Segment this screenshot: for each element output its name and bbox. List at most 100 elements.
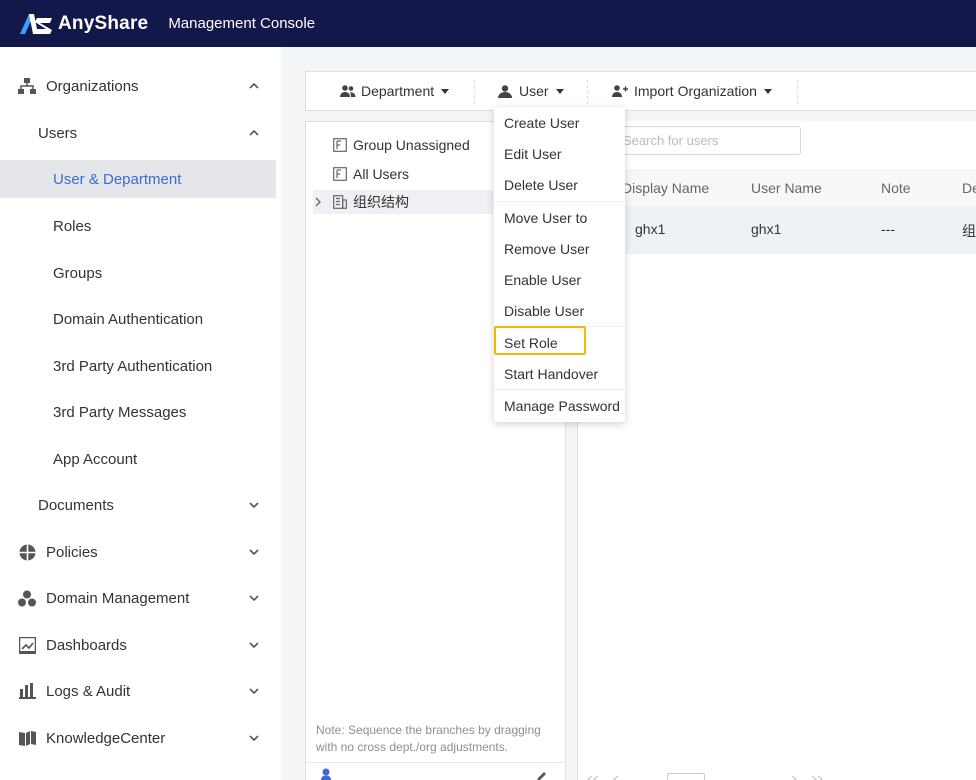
sidebar-item-groups[interactable]: Groups — [0, 253, 276, 293]
sidebar-item-label: Domain Management — [46, 589, 190, 607]
menu-item-edit-user[interactable]: Edit User — [494, 138, 625, 169]
menu-item-enable-user[interactable]: Enable User — [494, 264, 625, 295]
caret-down-icon — [763, 88, 772, 94]
grid-header: Display Name User Name Note De — [578, 170, 976, 206]
toolbar-divider — [797, 80, 798, 104]
toolbar-divider — [474, 80, 475, 104]
shield-icon — [18, 543, 36, 561]
column-header-display-name[interactable]: Display Name — [622, 180, 709, 196]
sidebar: Organizations Users User & Department Ro… — [0, 47, 281, 780]
sidebar-item-domain-authentication[interactable]: Domain Authentication — [0, 299, 276, 339]
toolbar: Department User Import Organization — [305, 71, 976, 111]
group-folder-icon — [333, 167, 347, 181]
sidebar-item-knowledgecenter[interactable]: KnowledgeCenter — [0, 718, 276, 758]
sidebar-item-users[interactable]: Users — [0, 113, 276, 153]
user-menu-button[interactable]: User — [498, 72, 564, 110]
sidebar-item-label: Dashboards — [46, 636, 127, 654]
caret-down-icon — [555, 88, 564, 94]
sidebar-item-label: User & Department — [53, 170, 182, 188]
org-chart-icon — [18, 77, 36, 95]
sidebar-item-label: Policies — [46, 543, 98, 561]
chevron-down-icon — [249, 688, 259, 695]
import-organization-button[interactable]: Import Organization — [612, 72, 772, 110]
chevron-up-icon — [249, 129, 259, 136]
tree-item-label: 组织结构 — [353, 194, 409, 210]
sidebar-item-label: Roles — [53, 217, 92, 235]
anyshare-logo[interactable]: AnyShare — [20, 13, 148, 35]
brand-name: AnyShare — [58, 12, 149, 34]
sidebar-item-label: App Account — [53, 450, 138, 468]
caret-down-icon — [441, 88, 450, 94]
anyshare-logo-icon — [20, 13, 52, 34]
sidebar-item-roles[interactable]: Roles — [0, 206, 276, 246]
bar-chart-icon — [18, 682, 36, 700]
sidebar-item-3rd-party-authentication[interactable]: 3rd Party Authentication — [0, 346, 276, 386]
sidebar-item-label: KnowledgeCenter — [46, 729, 166, 747]
tree-item-org-structure[interactable]: 组织结构 — [313, 190, 493, 214]
table-row[interactable]: ghx1 ghx1 --- 组 — [578, 206, 976, 254]
pagination-bar — [578, 769, 976, 780]
column-header-note[interactable]: Note — [881, 180, 911, 196]
search-users-input[interactable] — [612, 126, 801, 155]
toolbar-divider — [587, 80, 588, 104]
tree-note: Note: Sequence the branches by dragging … — [316, 723, 541, 754]
department-menu-button[interactable]: Department — [340, 72, 450, 110]
building-icon — [333, 195, 347, 209]
pagination-first-icon[interactable] — [586, 775, 600, 780]
sidebar-item-label: Domain Authentication — [53, 310, 204, 328]
chevron-down-icon — [249, 642, 259, 649]
page-number-input[interactable] — [667, 773, 705, 780]
sidebar-item-3rd-party-messages[interactable]: 3rd Party Messages — [0, 392, 276, 432]
menu-item-delete-user[interactable]: Delete User — [494, 169, 625, 200]
chevron-down-icon — [249, 595, 259, 602]
tree-footer-divider — [306, 762, 565, 763]
sidebar-item-dashboards[interactable]: Dashboards — [0, 625, 276, 665]
column-header-user-name[interactable]: User Name — [751, 180, 822, 196]
sidebar-item-logs-audit[interactable]: Logs & Audit — [0, 671, 276, 711]
sidebar-item-label: Users — [38, 124, 78, 142]
pagination-last-icon[interactable] — [810, 775, 824, 780]
menu-item-set-role[interactable]: Set Role — [494, 327, 625, 358]
tree-item-group-unassigned[interactable]: Group Unassigned — [333, 133, 470, 157]
sidebar-item-domain-management[interactable]: Domain Management — [0, 578, 276, 618]
sidebar-item-documents[interactable]: Documents — [0, 485, 276, 525]
sidebar-item-organizations[interactable]: Organizations — [0, 66, 276, 106]
user-menu-label: User — [519, 83, 549, 99]
import-users-icon — [612, 85, 628, 97]
pagination-next-icon[interactable] — [790, 775, 798, 780]
sidebar-item-app-account[interactable]: App Account — [0, 439, 276, 479]
dashboard-icon — [18, 636, 36, 654]
department-icon — [340, 85, 356, 97]
column-header-department[interactable]: De — [962, 180, 976, 196]
chevron-down-icon — [249, 735, 259, 742]
tree-item-all-users[interactable]: All Users — [333, 162, 409, 186]
department-menu-label: Department — [361, 83, 435, 99]
domain-icon — [18, 589, 36, 607]
cell-user-name: ghx1 — [751, 221, 782, 237]
user-add-icon[interactable] — [320, 768, 332, 780]
user-icon — [498, 84, 512, 98]
menu-item-create-user[interactable]: Create User — [494, 107, 625, 138]
user-dropdown-menu: Create User Edit User Delete User Move U… — [494, 107, 625, 422]
edit-pencil-icon[interactable] — [536, 770, 548, 780]
sidebar-item-label: Groups — [53, 264, 103, 282]
sidebar-item-label: Documents — [38, 496, 114, 514]
user-grid-panel: Display Name User Name Note De ghx1 ghx1… — [577, 121, 976, 780]
menu-item-manage-password[interactable]: Manage Password — [494, 390, 625, 421]
sidebar-item-policies[interactable]: Policies — [0, 532, 276, 572]
sidebar-item-user-department[interactable]: User & Department — [0, 160, 276, 198]
book-icon — [18, 729, 36, 747]
sidebar-item-label: 3rd Party Messages — [53, 403, 187, 421]
pagination-prev-icon[interactable] — [612, 775, 620, 780]
menu-item-move-user-to[interactable]: Move User to — [494, 202, 625, 233]
menu-item-start-handover[interactable]: Start Handover — [494, 358, 625, 389]
cell-department: 组 — [962, 223, 976, 239]
chevron-down-icon — [249, 549, 259, 556]
chevron-up-icon — [249, 82, 259, 89]
chevron-right-icon[interactable] — [313, 197, 323, 207]
menu-item-disable-user[interactable]: Disable User — [494, 295, 625, 326]
cell-display-name: ghx1 — [635, 221, 666, 237]
sidebar-item-label: Organizations — [46, 77, 139, 95]
menu-item-remove-user[interactable]: Remove User — [494, 233, 625, 264]
sidebar-item-label: 3rd Party Authentication — [53, 357, 213, 375]
